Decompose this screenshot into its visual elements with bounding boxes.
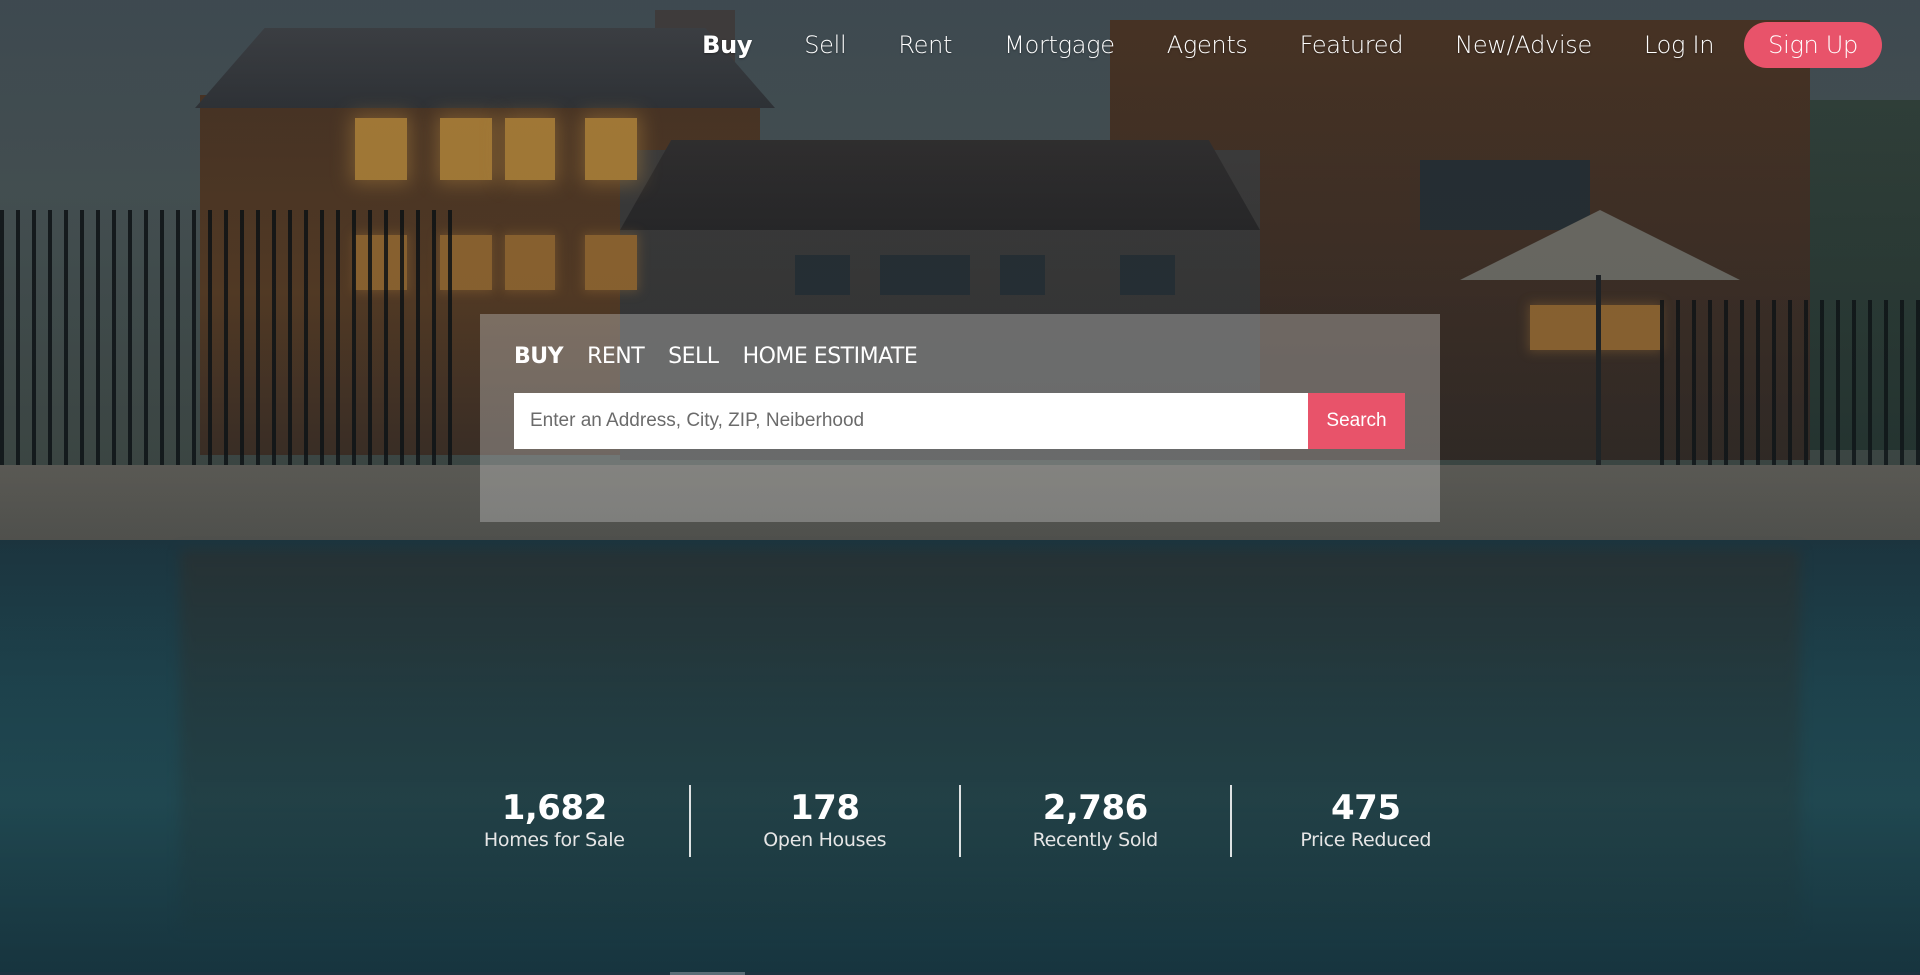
nav-buy[interactable]: Buy: [676, 22, 778, 68]
stat-label: Recently Sold: [1032, 829, 1159, 851]
search-input[interactable]: [514, 393, 1308, 449]
nav-mortgage[interactable]: Mortgage: [978, 22, 1141, 68]
stat-value: 475: [1331, 788, 1401, 828]
main-nav: Buy Sell Rent Mortgage Agents Featured N…: [676, 22, 1882, 68]
stat-value: 1,682: [501, 788, 608, 828]
search-tab-sell[interactable]: SELL: [668, 344, 719, 369]
nav-featured[interactable]: Featured: [1274, 22, 1430, 68]
stat-label: Price Reduced: [1300, 829, 1432, 851]
search-button[interactable]: Search: [1308, 393, 1405, 449]
stats-bar: 1,682 Homes for Sale 178 Open Houses 2,7…: [420, 785, 1500, 857]
search-tabs: BUY RENT SELL HOME ESTIMATE: [514, 344, 918, 369]
stat-homes-for-sale: 1,682 Homes for Sale: [420, 785, 689, 857]
hero-section: Buy Sell Rent Mortgage Agents Featured N…: [0, 0, 1920, 975]
search-row: Search: [514, 393, 1405, 449]
nav-new-advise[interactable]: New/Advise: [1429, 22, 1618, 68]
stat-price-reduced: 475 Price Reduced: [1232, 785, 1501, 857]
stat-value: 178: [790, 788, 860, 828]
search-tab-home-estimate[interactable]: HOME ESTIMATE: [743, 344, 918, 369]
stat-label: Homes for Sale: [483, 829, 625, 851]
stat-recently-sold: 2,786 Recently Sold: [961, 785, 1230, 857]
stat-value: 2,786: [1042, 788, 1149, 828]
nav-sell[interactable]: Sell: [778, 22, 872, 68]
stat-label: Open Houses: [763, 829, 887, 851]
nav-log-in[interactable]: Log In: [1618, 22, 1740, 68]
nav-rent[interactable]: Rent: [872, 22, 978, 68]
search-tab-buy[interactable]: BUY: [514, 344, 564, 369]
sign-up-button[interactable]: Sign Up: [1744, 22, 1882, 68]
search-tab-rent[interactable]: RENT: [587, 344, 645, 369]
stat-open-houses: 178 Open Houses: [691, 785, 960, 857]
search-panel: BUY RENT SELL HOME ESTIMATE Search: [480, 314, 1440, 522]
nav-agents[interactable]: Agents: [1141, 22, 1274, 68]
